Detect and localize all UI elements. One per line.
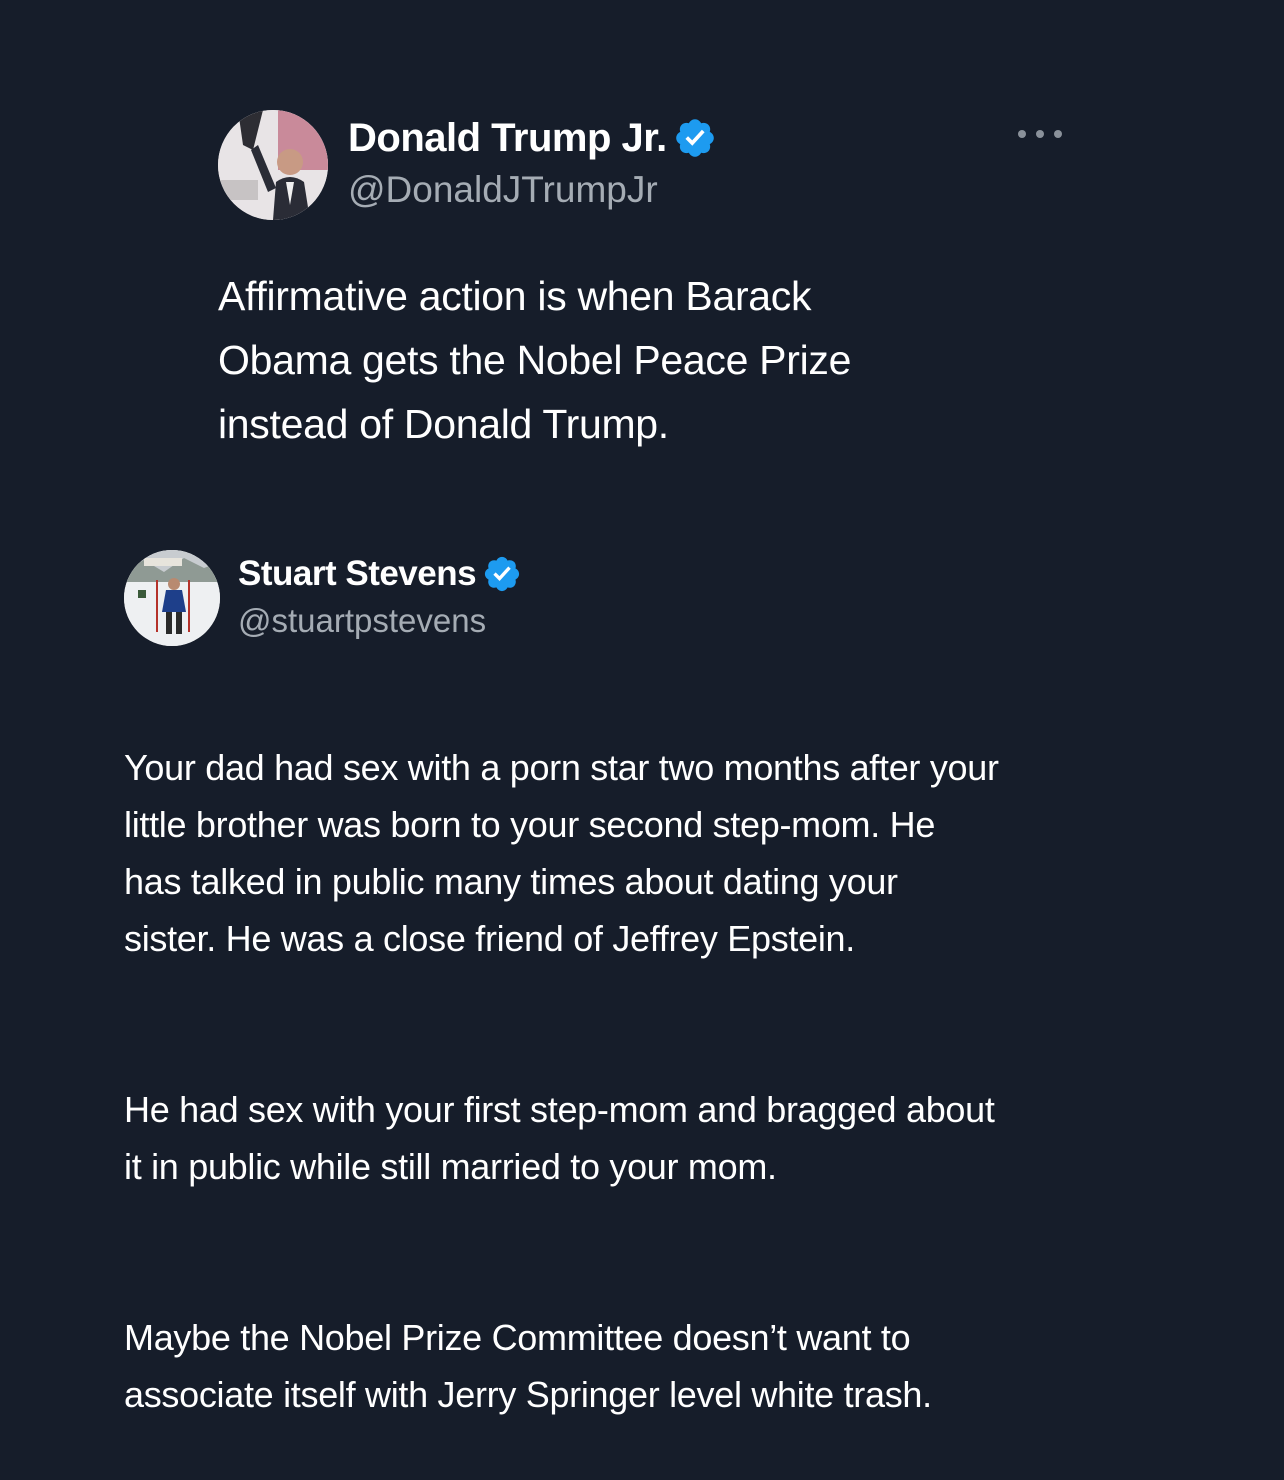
more-icon[interactable] bbox=[1018, 126, 1062, 142]
verified-badge-icon bbox=[673, 116, 717, 160]
name-row: Donald Trump Jr. bbox=[348, 116, 717, 161]
tweet-paragraph: Your dad had sex with a porn star two mo… bbox=[124, 747, 999, 959]
user-names: Stuart Stevens @stuartpstevens bbox=[238, 554, 522, 640]
tweet-paragraph: Maybe the Nobel Prize Committee doesn’t … bbox=[124, 1317, 932, 1415]
verified-badge-icon bbox=[482, 554, 522, 594]
more-dot bbox=[1018, 130, 1026, 138]
user-names: Donald Trump Jr. @DonaldJTrumpJr bbox=[348, 116, 717, 211]
tweet-header: Donald Trump Jr. @DonaldJTrumpJr bbox=[218, 110, 1078, 220]
original-tweet: Donald Trump Jr. @DonaldJTrumpJr Affirma… bbox=[218, 110, 1078, 456]
profile-photo-icon bbox=[124, 550, 220, 646]
tweet-text: Affirmative action is when Barack Obama … bbox=[218, 273, 852, 447]
more-dot bbox=[1054, 130, 1062, 138]
tweet-header: Stuart Stevens @stuartpstevens bbox=[124, 550, 1184, 646]
display-name[interactable]: Stuart Stevens bbox=[238, 554, 477, 594]
handle[interactable]: @stuartpstevens bbox=[238, 602, 522, 640]
avatar[interactable] bbox=[218, 110, 328, 220]
profile-photo-icon bbox=[218, 110, 328, 220]
avatar[interactable] bbox=[124, 550, 220, 646]
display-name[interactable]: Donald Trump Jr. bbox=[348, 116, 667, 161]
more-dot bbox=[1036, 130, 1044, 138]
name-row: Stuart Stevens bbox=[238, 554, 522, 594]
reply-tweet: Stuart Stevens @stuartpstevens Your dad … bbox=[124, 550, 1184, 1480]
tweet-text: Your dad had sex with a porn star two mo… bbox=[124, 682, 1184, 1480]
handle[interactable]: @DonaldJTrumpJr bbox=[348, 169, 717, 211]
tweet-paragraph: He had sex with your first step-mom and … bbox=[124, 1089, 995, 1187]
